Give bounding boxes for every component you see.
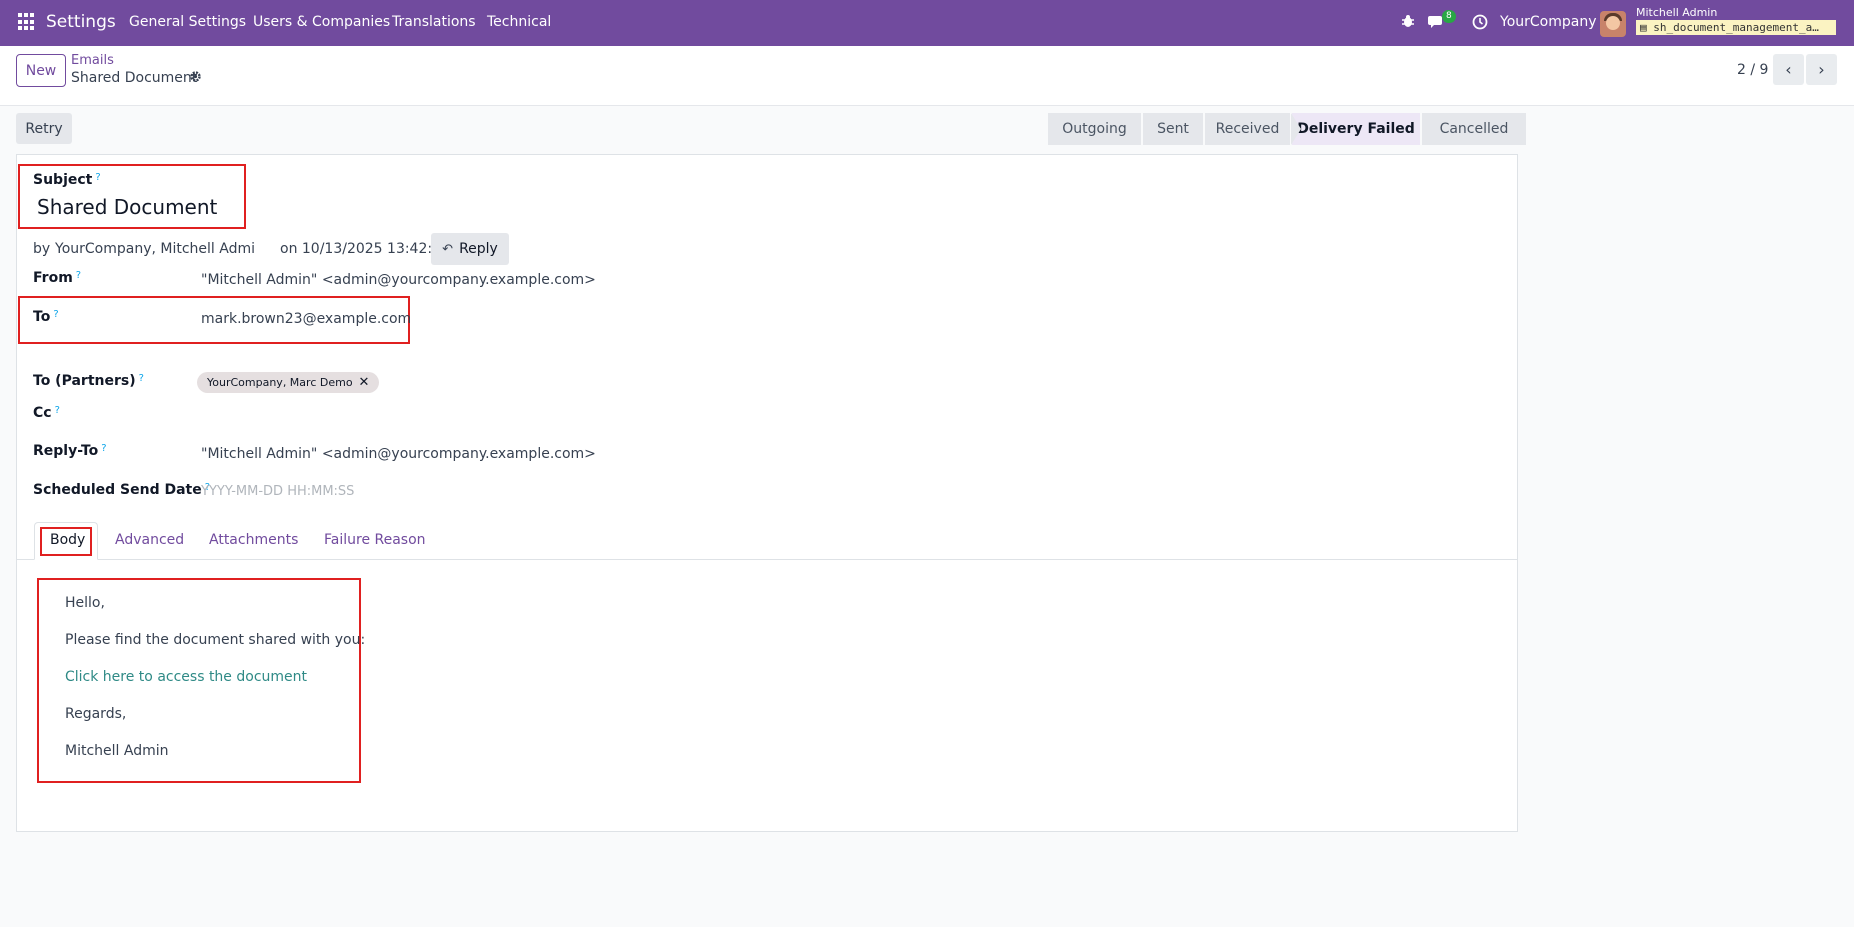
to-field[interactable]: mark.brown23@example.com — [201, 311, 411, 327]
reply-to-field[interactable]: "Mitchell Admin" <admin@yourcompany.exam… — [201, 446, 596, 462]
tabs-divider — [17, 559, 1517, 560]
from-field[interactable]: "Mitchell Admin" <admin@yourcompany.exam… — [201, 272, 596, 288]
status-bar: Outgoing Sent Received Delivery Failed C… — [1048, 113, 1528, 145]
partner-tag[interactable]: YourCompany, Marc Demo ✕ — [197, 372, 380, 393]
to-label: To? — [33, 309, 59, 325]
author-prefix: by — [33, 241, 51, 257]
subject-label: Subject? — [33, 172, 101, 188]
scheduled-date-label: Scheduled Send Date? — [33, 482, 211, 498]
scheduled-date-input[interactable]: YYYY-MM-DD HH:MM:SS — [201, 484, 354, 499]
stage-sent[interactable]: Sent — [1143, 113, 1203, 145]
menu-users-companies[interactable]: Users & Companies — [253, 14, 390, 30]
body-signature: Mitchell Admin — [65, 743, 169, 759]
control-panel: New Emails Shared Document 2 / 9 ‹ › — [0, 46, 1854, 106]
reply-icon: ↶ — [442, 241, 454, 257]
breadcrumb-emails[interactable]: Emails — [71, 53, 114, 68]
gear-icon[interactable] — [189, 70, 202, 87]
reply-button[interactable]: ↶ Reply — [431, 233, 509, 265]
tab-advanced[interactable]: Advanced — [115, 532, 184, 548]
body-greeting: Hello, — [65, 595, 105, 611]
database-name: ▤ sh_document_management_a… — [1636, 20, 1836, 35]
pager-value[interactable]: 2 / 9 — [1737, 62, 1768, 78]
apps-icon[interactable] — [18, 13, 36, 31]
new-button[interactable]: New — [16, 54, 66, 87]
company-switcher[interactable]: YourCompany — [1500, 14, 1597, 30]
stage-delivery-failed[interactable]: Delivery Failed — [1291, 113, 1420, 145]
body-regards: Regards, — [65, 706, 127, 722]
cc-label: Cc? — [33, 405, 60, 421]
breadcrumb-current: Shared Document — [71, 70, 198, 86]
from-label: From? — [33, 270, 82, 286]
chevron-right-icon[interactable]: › — [1806, 54, 1837, 85]
bug-icon[interactable] — [1401, 14, 1415, 32]
clock-icon[interactable] — [1472, 14, 1488, 34]
stage-cancelled[interactable]: Cancelled — [1422, 113, 1526, 145]
to-partners-label: To (Partners)? — [33, 373, 144, 389]
tab-body[interactable]: Body — [50, 532, 85, 548]
menu-technical[interactable]: Technical — [487, 14, 551, 30]
message-count-badge: 8 — [1442, 10, 1456, 23]
stage-received[interactable]: Received — [1205, 113, 1290, 145]
tab-failure-reason[interactable]: Failure Reason — [324, 532, 426, 548]
retry-button[interactable]: Retry — [16, 113, 72, 144]
stage-outgoing[interactable]: Outgoing — [1048, 113, 1141, 145]
reply-to-label: Reply-To? — [33, 443, 107, 459]
subject-field[interactable]: Shared Document — [37, 195, 217, 219]
chevron-left-icon[interactable]: ‹ — [1773, 54, 1804, 85]
author-name[interactable]: YourCompany, Mitchell Admi — [55, 241, 255, 257]
user-name[interactable]: Mitchell Admin — [1636, 6, 1717, 19]
close-icon[interactable]: ✕ — [359, 375, 370, 390]
body-line: Please find the document shared with you… — [65, 632, 366, 648]
avatar[interactable] — [1600, 11, 1626, 37]
tab-attachments[interactable]: Attachments — [209, 532, 298, 548]
menu-general-settings[interactable]: General Settings — [129, 14, 246, 30]
document-link[interactable]: Click here to access the document — [65, 669, 307, 685]
app-brand[interactable]: Settings — [46, 12, 116, 32]
top-navbar: Settings General Settings Users & Compan… — [0, 0, 1854, 46]
message-date: on 10/13/2025 13:42:10 — [280, 241, 450, 257]
menu-translations[interactable]: Translations — [392, 14, 476, 30]
